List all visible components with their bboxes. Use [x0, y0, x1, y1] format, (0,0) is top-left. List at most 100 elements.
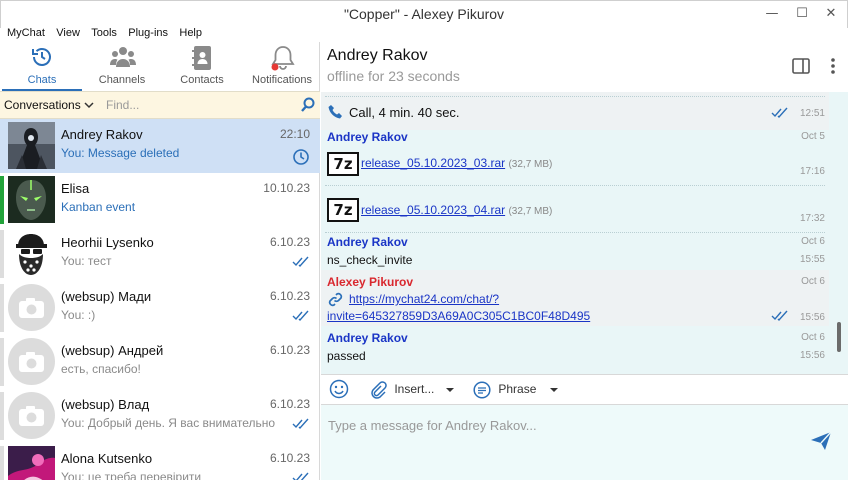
- message-text: passed: [327, 349, 366, 363]
- message-composer[interactable]: Type a message for Andrey Rakov...: [321, 404, 848, 480]
- chat-preview: You: це треба перевірити: [61, 470, 202, 480]
- chat-item-andrey-rakov[interactable]: Andrey Rakov You: Message deleted 22:10: [0, 119, 320, 173]
- message-area: Call, 4 min. 40 sec. 12:51 Andrey Rakov …: [321, 92, 848, 374]
- chat-date: 6.10.23: [269, 397, 310, 411]
- menu-view[interactable]: View: [56, 24, 80, 42]
- message-date: Oct 6: [801, 276, 825, 287]
- double-check-icon: [292, 256, 309, 268]
- double-check-icon: [771, 107, 788, 119]
- message-time: 17:16: [799, 166, 825, 177]
- file-attachment[interactable]: release_05.10.2023_04.rar (32,7 MB): [361, 203, 552, 217]
- chat-item-websup-andrey[interactable]: (websup) Андрей есть, спасибо! 6.10.23: [0, 335, 320, 389]
- message-time: 15:55: [799, 254, 825, 265]
- emoji-icon[interactable]: [329, 379, 349, 399]
- side-panel-icon[interactable]: [792, 58, 810, 74]
- tab-notifications-label: Notifications: [252, 74, 312, 86]
- chat-name: (websup) Андрей: [61, 343, 164, 358]
- chevron-down-icon: [84, 102, 94, 109]
- status-stripe: [0, 392, 4, 440]
- 7z-archive-icon: 7z: [327, 198, 359, 222]
- composer-toolbar: Insert... Phrase: [321, 374, 848, 404]
- dropdown-arrow-icon: [549, 388, 558, 392]
- message-author: Andrey Rakov: [327, 130, 408, 144]
- link-line-1[interactable]: https://mychat24.com/chat/?: [349, 292, 499, 306]
- phrase-button[interactable]: Phrase: [473, 381, 558, 399]
- phrase-label: Phrase: [498, 382, 537, 397]
- message-link[interactable]: https://mychat24.com/chat/?: [349, 292, 499, 306]
- chat-item-websup-madi[interactable]: (websup) Мади You: :) 6.10.23: [0, 281, 320, 335]
- menu-bar: MyChat View Tools Plug-ins Help: [0, 24, 848, 42]
- conversations-bar: Conversations Find...: [0, 91, 320, 119]
- status-stripe: [0, 446, 4, 480]
- close-button[interactable]: ✕: [820, 5, 842, 23]
- chat-list: Andrey Rakov You: Message deleted 22:10 …: [0, 119, 320, 480]
- scrollbar-thumb[interactable]: [837, 322, 841, 352]
- more-options-icon[interactable]: [830, 57, 836, 75]
- file-link[interactable]: release_05.10.2023_04.rar: [361, 203, 505, 217]
- bell-icon: [271, 46, 295, 71]
- insert-button[interactable]: Insert...: [369, 381, 454, 399]
- phrase-icon: [473, 381, 491, 399]
- tab-channels-label: Channels: [98, 74, 146, 86]
- message-separator: [325, 232, 825, 233]
- menu-mychat[interactable]: MyChat: [7, 24, 45, 42]
- call-message: Call, 4 min. 40 sec. 12:51: [321, 92, 829, 130]
- menu-tools[interactable]: Tools: [91, 24, 117, 42]
- left-panel: Chats Channels Contacts Notifications Co…: [0, 42, 320, 480]
- chat-date: 22:10: [279, 127, 310, 141]
- tab-contacts-label: Contacts: [180, 74, 224, 86]
- chat-item-websup-vlad[interactable]: (websup) Влад You: Добрый день. Я вас вн…: [0, 389, 320, 443]
- menu-help[interactable]: Help: [179, 24, 202, 42]
- phone-icon: [328, 105, 342, 119]
- menu-plugins[interactable]: Plug-ins: [128, 24, 168, 42]
- tab-contacts[interactable]: Contacts: [162, 42, 242, 90]
- chat-preview: You: Добрый день. Я вас внимательно: [61, 416, 275, 430]
- camera-placeholder-icon: [8, 392, 55, 439]
- status-stripe: [0, 230, 4, 278]
- tab-notifications[interactable]: Notifications: [242, 42, 322, 90]
- chat-item-elisa[interactable]: Elisa Kanban event 10.10.23: [0, 173, 320, 227]
- send-icon[interactable]: [810, 431, 832, 451]
- file-link[interactable]: release_05.10.2023_03.rar: [361, 156, 505, 170]
- search-icon[interactable]: [300, 97, 316, 113]
- chat-item-alona-kutsenko[interactable]: Alona Kutsenko You: це треба перевірити …: [0, 443, 320, 480]
- message-author: Andrey Rakov: [327, 331, 408, 345]
- chat-name: (websup) Влад: [61, 397, 150, 412]
- message-scrollbar[interactable]: [832, 92, 846, 374]
- maximize-button[interactable]: ☐: [791, 5, 813, 23]
- chat-date: 6.10.23: [269, 235, 310, 249]
- conversations-label: Conversations: [4, 98, 81, 112]
- avatar: [8, 230, 55, 277]
- chat-preview: есть, спасибо!: [61, 362, 141, 376]
- dropdown-arrow-icon: [445, 388, 454, 392]
- tab-chats[interactable]: Chats: [2, 42, 82, 91]
- message-time: 15:56: [799, 350, 825, 361]
- chat-preview: Kanban event: [61, 200, 136, 214]
- conversations-dropdown[interactable]: Conversations: [4, 98, 94, 112]
- file-attachment[interactable]: release_05.10.2023_03.rar (32,7 MB): [361, 156, 552, 170]
- double-check-icon: [292, 310, 309, 322]
- message: 7z release_05.10.2023_04.rar (32,7 MB) 1…: [321, 185, 829, 229]
- tab-channels[interactable]: Channels: [82, 42, 162, 90]
- message-link-continued[interactable]: invite=645327859D3A69A0C305C1BC0F48D495: [327, 309, 590, 323]
- status-stripe: [0, 284, 4, 332]
- double-check-icon: [292, 418, 309, 430]
- chat-preview: You: Message deleted: [61, 146, 180, 160]
- minimize-button[interactable]: —: [761, 5, 783, 23]
- message-date: Oct 6: [801, 332, 825, 343]
- address-book-icon: [192, 46, 211, 70]
- search-input[interactable]: Find...: [106, 98, 139, 112]
- insert-label: Insert...: [394, 382, 435, 397]
- message-text: ns_check_invite: [327, 253, 413, 267]
- message-date: Oct 5: [801, 131, 825, 142]
- message-input[interactable]: Type a message for Andrey Rakov...: [328, 418, 537, 433]
- message: Andrey Rakov Oct 5 7z release_05.10.2023…: [321, 130, 829, 184]
- link-line-2[interactable]: invite=645327859D3A69A0C305C1BC0F48D495: [327, 309, 590, 323]
- message-author: Andrey Rakov: [327, 235, 408, 249]
- chat-item-heorhii-lysenko[interactable]: Heorhii Lysenko You: тест 6.10.23: [0, 227, 320, 281]
- avatar: [8, 338, 55, 385]
- 7z-archive-icon: 7z: [327, 152, 359, 176]
- status-stripe: [0, 338, 4, 386]
- clock-history-icon: [32, 48, 51, 66]
- chat-status: offline for 23 seconds: [327, 68, 460, 84]
